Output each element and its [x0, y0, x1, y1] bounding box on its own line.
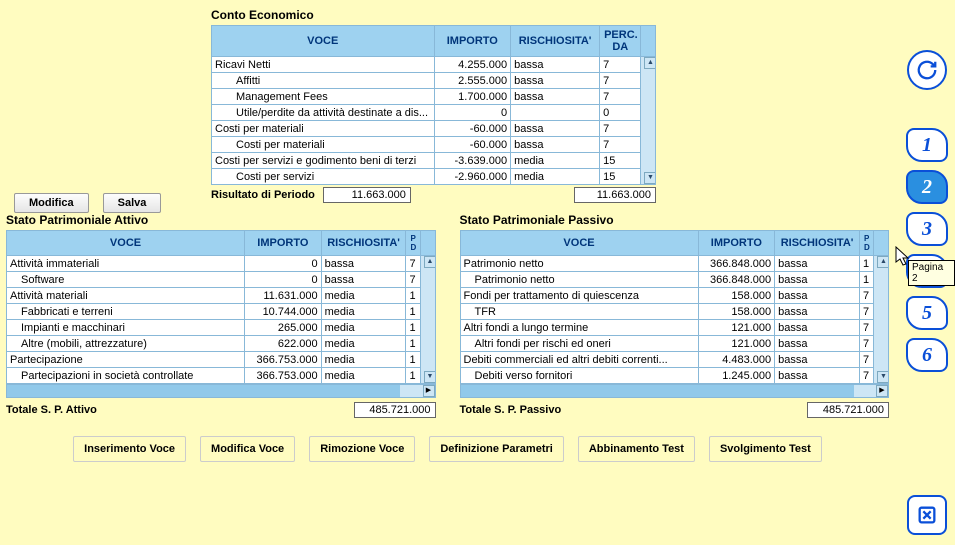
table-row[interactable]: Costi per servizi-2.960.000media15: [212, 169, 656, 185]
table-row[interactable]: Impianti e macchinari265.000media1: [7, 320, 436, 336]
table-row[interactable]: Utile/perdite da attività destinate a di…: [212, 105, 656, 121]
col-importo[interactable]: IMPORTO: [698, 231, 775, 256]
col-voce[interactable]: VOCE: [212, 26, 435, 57]
table-row[interactable]: Fondi per trattamento di quiescenza158.0…: [460, 288, 889, 304]
col-importo[interactable]: IMPORTO: [245, 231, 322, 256]
hscrollbar[interactable]: ▶: [460, 384, 890, 398]
table-row[interactable]: Patrimonio netto366.848.000bassa1▲▼: [460, 256, 889, 272]
table-row[interactable]: Altri fondi a lungo termine121.000bassa7: [460, 320, 889, 336]
table-row[interactable]: Fabbricati e terreni10.744.000media1: [7, 304, 436, 320]
table-row[interactable]: Attività immateriali0bassa7▲▼: [7, 256, 436, 272]
conto-economico-title: Conto Economico: [211, 8, 656, 22]
hscrollbar[interactable]: ▶: [6, 384, 436, 398]
col-rischiosita[interactable]: RISCHIOSITA': [321, 231, 406, 256]
sp-attivo-title: Stato Patrimoniale Attivo: [6, 213, 436, 227]
table-row[interactable]: Altre (mobili, attrezzature)622.000media…: [7, 336, 436, 352]
col-pd[interactable]: P D: [406, 231, 420, 256]
refresh-icon[interactable]: [907, 50, 947, 90]
table-row[interactable]: Patrimonio netto366.848.000bassa1: [460, 272, 889, 288]
inserimento-voce-button[interactable]: Inserimento Voce: [73, 436, 186, 462]
salva-button[interactable]: Salva: [103, 193, 162, 213]
page-3-button[interactable]: 3: [906, 212, 948, 246]
col-importo[interactable]: IMPORTO: [434, 26, 511, 57]
page-1-button[interactable]: 1: [906, 128, 948, 162]
table-row[interactable]: Attività materiali11.631.000media1: [7, 288, 436, 304]
table-row[interactable]: Debiti verso fornitori1.245.000bassa7: [460, 368, 889, 384]
sp-attivo-table: VOCE IMPORTO RISCHIOSITA' P D Attività i…: [6, 230, 436, 384]
table-row[interactable]: Costi per servizi e godimento beni di te…: [212, 153, 656, 169]
table-row[interactable]: Partecipazioni in società controllate366…: [7, 368, 436, 384]
page-6-button[interactable]: 6: [906, 338, 948, 372]
vscrollbar[interactable]: ▲▼: [874, 256, 889, 384]
col-voce[interactable]: VOCE: [7, 231, 245, 256]
sp-passivo-title: Stato Patrimoniale Passivo: [460, 213, 890, 227]
definizione-parametri-button[interactable]: Definizione Parametri: [429, 436, 563, 462]
col-scroll: [641, 26, 656, 57]
table-row[interactable]: Costi per materiali-60.000bassa7: [212, 121, 656, 137]
totale-passivo-label: Totale S. P. Passivo: [460, 404, 562, 416]
totale-attivo-value[interactable]: [354, 402, 436, 418]
col-perc-da[interactable]: PERC. DA: [600, 26, 641, 57]
modifica-voce-button[interactable]: Modifica Voce: [200, 436, 295, 462]
svolgimento-test-button[interactable]: Svolgimento Test: [709, 436, 822, 462]
vscrollbar[interactable]: ▲▼: [641, 57, 656, 185]
modifica-button[interactable]: Modifica: [14, 193, 89, 213]
abbinamento-test-button[interactable]: Abbinamento Test: [578, 436, 695, 462]
table-row[interactable]: Costi per materiali-60.000bassa7: [212, 137, 656, 153]
sp-passivo-table: VOCE IMPORTO RISCHIOSITA' P D Patrimonio…: [460, 230, 890, 384]
table-row[interactable]: Debiti commerciali ed altri debiti corre…: [460, 352, 889, 368]
tooltip-pagina: Pagina 2: [908, 260, 955, 286]
table-row[interactable]: Affitti2.555.000bassa7: [212, 73, 656, 89]
col-voce[interactable]: VOCE: [460, 231, 698, 256]
page-5-button[interactable]: 5: [906, 296, 948, 330]
risultato-value-2[interactable]: [574, 187, 656, 203]
table-row[interactable]: Ricavi Netti4.255.000bassa7▲▼: [212, 57, 656, 73]
table-row[interactable]: Management Fees1.700.000bassa7: [212, 89, 656, 105]
risultato-label: Risultato di Periodo: [211, 189, 315, 201]
table-row[interactable]: Altri fondi per rischi ed oneri121.000ba…: [460, 336, 889, 352]
vscrollbar[interactable]: ▲▼: [420, 256, 435, 384]
col-rischiosita[interactable]: RISCHIOSITA': [511, 26, 600, 57]
rimozione-voce-button[interactable]: Rimozione Voce: [309, 436, 415, 462]
col-pd[interactable]: P D: [859, 231, 873, 256]
conto-economico-table: VOCE IMPORTO RISCHIOSITA' PERC. DA Ricav…: [211, 25, 656, 185]
table-row[interactable]: Software0bassa7: [7, 272, 436, 288]
table-row[interactable]: Partecipazione366.753.000media1: [7, 352, 436, 368]
risultato-value-1[interactable]: [323, 187, 411, 203]
totale-passivo-value[interactable]: [807, 402, 889, 418]
totale-attivo-label: Totale S. P. Attivo: [6, 404, 97, 416]
page-2-button[interactable]: 2: [906, 170, 948, 204]
col-rischiosita[interactable]: RISCHIOSITA': [775, 231, 860, 256]
close-icon[interactable]: [907, 495, 947, 535]
table-row[interactable]: TFR158.000bassa7: [460, 304, 889, 320]
